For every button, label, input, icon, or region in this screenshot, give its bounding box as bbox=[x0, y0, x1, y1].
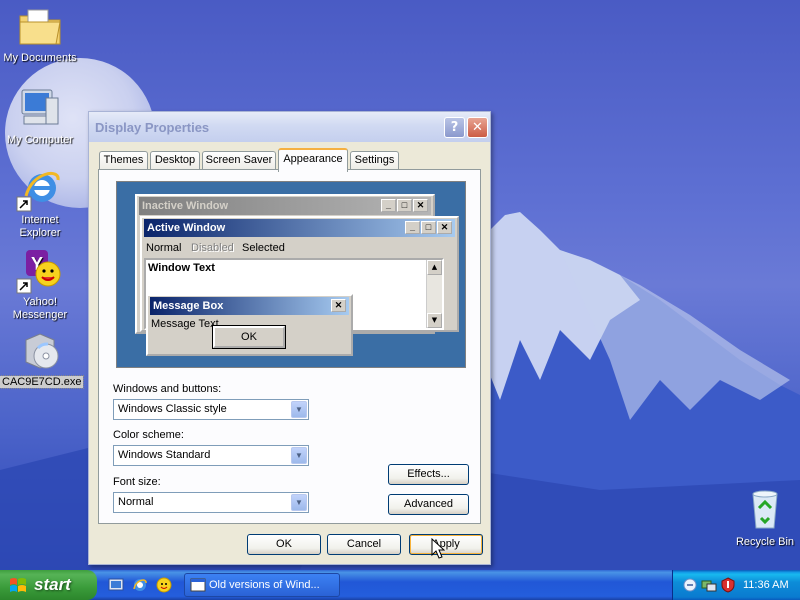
menu-disabled: Disabled bbox=[191, 242, 234, 254]
chevron-down-icon[interactable]: ▼ bbox=[291, 401, 307, 418]
active-caption-buttons: _ □ ✕ bbox=[404, 221, 452, 239]
color-scheme-select[interactable]: Windows Standard ▼ bbox=[113, 445, 309, 466]
yahoo-messenger-quicklaunch-icon[interactable] bbox=[155, 576, 173, 594]
font-size-value: Normal bbox=[118, 496, 154, 508]
appearance-panel: Inactive Window _ □ ✕ Active Window _ □ ✕ No… bbox=[98, 169, 481, 524]
network-tray-icon[interactable] bbox=[701, 577, 717, 593]
recycle-bin-icon[interactable]: Recycle Bin bbox=[725, 486, 800, 549]
recycle-bin-label: Recycle Bin bbox=[735, 536, 795, 548]
tab-settings[interactable]: Settings bbox=[350, 151, 399, 170]
close-icon[interactable]: ✕ bbox=[467, 117, 488, 138]
preview-message-box: Message Box ✕ Message Text OK bbox=[146, 294, 353, 356]
inactive-caption-buttons: _ □ ✕ bbox=[380, 199, 428, 217]
internet-explorer-quicklaunch-icon[interactable] bbox=[131, 576, 149, 594]
scroll-up-icon: ▲ bbox=[427, 260, 442, 275]
folder-icon bbox=[19, 9, 61, 45]
cac9e7cd-exe-label: CAC9E7CD.exe bbox=[0, 375, 85, 389]
taskbar: start Old versions of Wind... 11:36 AM bbox=[0, 570, 800, 600]
cancel-button[interactable]: Cancel bbox=[327, 534, 401, 555]
start-button[interactable]: start bbox=[0, 570, 97, 600]
menu-selected: Selected bbox=[242, 242, 285, 254]
internet-explorer-label: Internet Explorer bbox=[19, 214, 61, 239]
dialog-titlebar[interactable]: Display Properties ? ✕ bbox=[89, 112, 490, 142]
message-text: Message Text bbox=[151, 318, 219, 330]
dialog-title: Display Properties bbox=[95, 120, 210, 135]
windows-buttons-value: Windows Classic style bbox=[118, 403, 227, 415]
color-scheme-label: Color scheme: bbox=[113, 429, 184, 441]
tab-appearance[interactable]: Appearance bbox=[278, 148, 348, 172]
yahoo-messenger-icon[interactable]: Y Yahoo! Messenger bbox=[0, 246, 80, 322]
tab-screen-saver[interactable]: Screen Saver bbox=[202, 151, 276, 170]
close-icon: ✕ bbox=[331, 299, 346, 312]
windows-buttons-label: Windows and buttons: bbox=[113, 383, 222, 395]
clock[interactable]: 11:36 AM bbox=[743, 570, 789, 600]
taskbar-item-display-properties[interactable]: Old versions of Wind... bbox=[184, 573, 340, 597]
yahoo-smiley-icon: Y bbox=[16, 250, 61, 294]
computer-icon bbox=[21, 89, 59, 125]
font-size-select[interactable]: Normal ▼ bbox=[113, 492, 309, 513]
recycle-bin-glyph-icon bbox=[752, 490, 778, 529]
start-label: start bbox=[34, 575, 71, 594]
maximize-icon: □ bbox=[397, 199, 412, 212]
display-properties-dialog: Display Properties ? ✕ Themes Desktop Sc… bbox=[88, 111, 491, 565]
close-icon: ✕ bbox=[413, 199, 428, 212]
message-ok-button: OK bbox=[212, 325, 286, 349]
minimize-icon: _ bbox=[405, 221, 420, 234]
windows-buttons-select[interactable]: Windows Classic style ▼ bbox=[113, 399, 309, 420]
ie-logo-icon bbox=[16, 171, 60, 212]
my-documents-icon[interactable]: My Documents bbox=[0, 2, 80, 65]
installer-box-icon bbox=[25, 333, 59, 369]
taskbar-item-label: Old versions of Wind... bbox=[209, 579, 320, 591]
tab-desktop[interactable]: Desktop bbox=[150, 151, 200, 170]
close-icon: ✕ bbox=[437, 221, 452, 234]
active-window-title: Active Window bbox=[147, 222, 226, 234]
minimize-icon: _ bbox=[381, 199, 396, 212]
internet-explorer-icon[interactable]: Internet Explorer bbox=[0, 164, 80, 240]
ok-button[interactable]: OK bbox=[247, 534, 321, 555]
collapse-tray-icon[interactable] bbox=[683, 578, 697, 592]
inactive-window-caption: Inactive Window _ □ ✕ bbox=[139, 197, 431, 215]
yahoo-messenger-label: Yahoo! Messenger bbox=[12, 296, 68, 321]
color-scheme-value: Windows Standard bbox=[118, 449, 211, 461]
my-computer-icon[interactable]: My Computer bbox=[0, 84, 80, 147]
windows-logo-icon bbox=[10, 578, 26, 592]
inactive-window-title: Inactive Window bbox=[142, 200, 229, 212]
appearance-preview: Inactive Window _ □ ✕ Active Window _ □ ✕ No… bbox=[116, 181, 466, 368]
help-icon[interactable]: ? bbox=[444, 117, 465, 138]
system-tray: 11:36 AM bbox=[672, 570, 800, 600]
window-text: Window Text bbox=[148, 262, 215, 274]
my-documents-label: My Documents bbox=[3, 52, 77, 64]
show-desktop-icon[interactable] bbox=[107, 576, 125, 594]
window-icon bbox=[190, 578, 206, 592]
message-box-title: Message Box bbox=[153, 300, 224, 312]
security-shield-icon[interactable] bbox=[720, 577, 736, 593]
mouse-cursor-icon bbox=[431, 538, 445, 559]
effects-button[interactable]: Effects... bbox=[388, 464, 469, 485]
font-size-label: Font size: bbox=[113, 476, 161, 488]
maximize-icon: □ bbox=[421, 221, 436, 234]
cac9e7cd-exe-icon[interactable]: CAC9E7CD.exe bbox=[0, 326, 85, 389]
scroll-down-icon: ▼ bbox=[427, 313, 442, 328]
active-window-caption: Active Window _ □ ✕ bbox=[144, 219, 455, 237]
preview-scrollbar: ▲ ▼ bbox=[426, 260, 442, 328]
tab-themes[interactable]: Themes bbox=[99, 151, 148, 170]
my-computer-label: My Computer bbox=[6, 134, 74, 146]
advanced-button[interactable]: Advanced bbox=[388, 494, 469, 515]
chevron-down-icon[interactable]: ▼ bbox=[291, 447, 307, 464]
apply-button[interactable]: Apply bbox=[409, 534, 483, 555]
menu-normal: Normal bbox=[146, 242, 182, 254]
chevron-down-icon[interactable]: ▼ bbox=[291, 494, 307, 511]
message-box-caption: Message Box ✕ bbox=[150, 297, 349, 315]
message-box-caption-buttons: ✕ bbox=[330, 299, 346, 317]
